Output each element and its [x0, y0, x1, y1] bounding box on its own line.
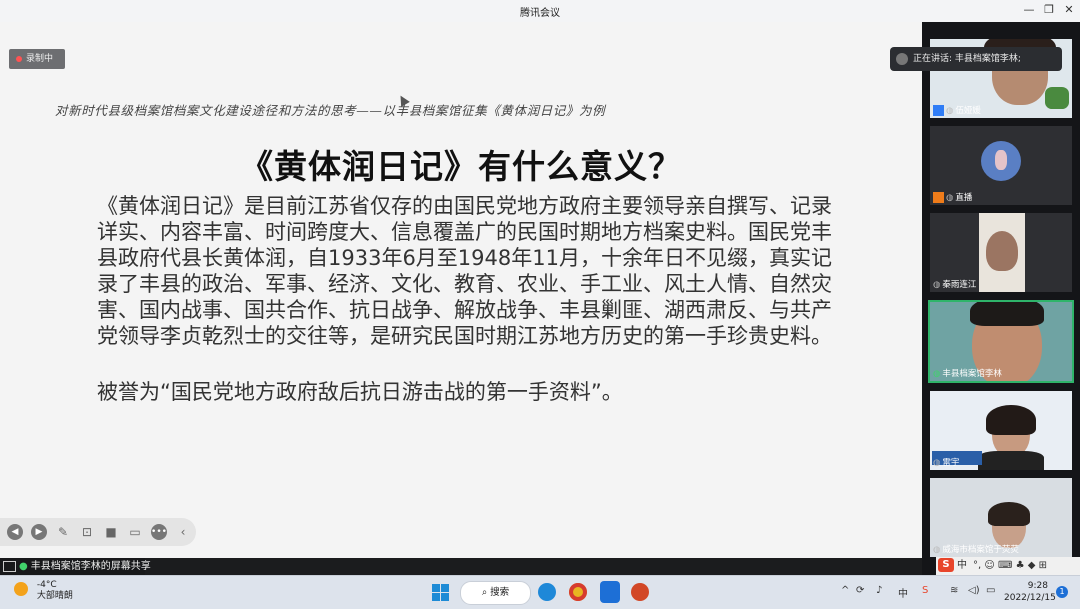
slide-paragraph: 《黄体润日记》是目前江苏省仅存的由国民党地方政府主要领导亲自撰写、记录详实、内容…	[97, 194, 832, 348]
participant-body	[978, 451, 1044, 470]
screen-share-label: 丰县档案馆李林的屏幕共享	[30, 561, 151, 572]
host-badge-icon	[933, 105, 944, 116]
slide-heading: 《黄体润日记》有什么意义？	[240, 147, 682, 186]
presentation-controls: ◀ ▶ ✎ ⊡ ■ ▭ ••• ‹	[0, 518, 196, 546]
close-button[interactable]: ✕	[1058, 3, 1080, 16]
tencent-meeting-icon[interactable]	[600, 581, 620, 603]
clock[interactable]: 9:28 2022/12/15	[1004, 580, 1056, 604]
screen-icon	[3, 560, 16, 572]
plant-image	[1045, 87, 1069, 109]
ime-lang[interactable]: 中	[957, 560, 967, 571]
recording-indicator[interactable]: 录制中	[9, 49, 65, 69]
mic-muted-icon: ◍	[933, 458, 941, 468]
mic-muted-icon: ◍	[946, 106, 954, 116]
chrome-icon[interactable]	[569, 583, 587, 601]
participant-tile[interactable]: ◍ 雷宇	[930, 391, 1072, 470]
speaking-label: 正在讲话: 丰县档案馆李林;	[913, 54, 1021, 64]
weather-widget[interactable]: -4°C 大部晴朗	[14, 580, 73, 602]
participant-name: 直播	[955, 193, 973, 203]
next-slide-icon[interactable]: ▶	[31, 524, 47, 540]
speaking-indicator: 正在讲话: 丰县档案馆李林;	[890, 47, 1062, 71]
mic-muted-icon: ◍	[946, 193, 954, 203]
participant-hair	[988, 502, 1030, 526]
slide-subtitle: 对新时代县级档案馆档案文化建设途径和方法的思考——以丰县档案馆征集《黄体润日记》…	[55, 103, 606, 118]
slide-quote: 被誉为“国民党地方政府敌后抗日游击战的第一手资料”。	[97, 380, 623, 404]
taskbar-search[interactable]: ⌕ 搜索	[460, 581, 531, 605]
screen-share-bar[interactable]: ● 丰县档案馆李林的屏幕共享	[0, 558, 151, 575]
participant-tile[interactable]: ◍ 威海市档案馆于荧荧	[930, 478, 1072, 557]
avatar-flower	[995, 150, 1007, 170]
taskbar: -4°C 大部晴朗 ⌕ 搜索 ^ ⟳ ♪ 中 S ≋ ◁) ▭ 9:28 202…	[0, 575, 1080, 609]
shared-screen: 录制中 对新时代县级档案馆档案文化建设途径和方法的思考——以丰县档案馆征集《黄体…	[0, 22, 922, 558]
subtitle-icon[interactable]: ▭	[127, 524, 143, 540]
participant-tile[interactable]: ◍ 直播	[930, 126, 1072, 205]
video-icon[interactable]: ■	[103, 524, 119, 540]
volume-icon[interactable]: ◁)	[968, 585, 980, 596]
recording-label: 录制中	[26, 54, 54, 64]
speaker-avatar	[896, 52, 908, 65]
clock-time: 9:28	[1027, 581, 1048, 591]
sun-icon	[14, 582, 28, 596]
record-dot-icon	[16, 55, 22, 62]
sogou-icon: S	[938, 558, 954, 572]
participant-name: 雷宇	[942, 458, 960, 468]
windows-start-icon[interactable]	[432, 584, 449, 601]
notification-badge[interactable]: 1	[1056, 586, 1068, 598]
cohost-badge-icon	[933, 192, 944, 203]
battery-icon[interactable]: ▭	[986, 585, 995, 596]
microphone-icon[interactable]: ♪	[876, 585, 882, 596]
previous-slide-icon[interactable]: ◀	[7, 524, 23, 540]
more-options-icon[interactable]: •••	[151, 524, 167, 540]
mic-active-icon: ◍	[933, 369, 941, 379]
ime-tools[interactable]: °, ☺ ⌨ ♣ ◆ ⊞	[973, 560, 1047, 571]
weather-desc: 大部晴朗	[36, 591, 73, 601]
powerpoint-icon[interactable]	[631, 583, 649, 601]
participant-tile-speaking[interactable]: ◍ 丰县档案馆李林	[930, 302, 1072, 381]
sync-icon[interactable]: ⟳	[856, 585, 864, 596]
chevron-up-icon[interactable]: ^	[841, 585, 849, 596]
title-bar: 腾讯会议 — ❐ ✕	[0, 0, 1080, 23]
minimize-button[interactable]: —	[1018, 3, 1040, 16]
participant-name: 秦雨连江	[942, 280, 977, 290]
clock-date: 2022/12/15	[1004, 593, 1056, 603]
participant-name: 丰县档案馆李林	[942, 369, 1002, 379]
mic-muted-icon: ◍	[933, 545, 941, 555]
ime-toolbar[interactable]: S 中 °, ☺ ⌨ ♣ ◆ ⊞	[936, 557, 1080, 575]
sogou-tray-icon[interactable]: S	[922, 585, 928, 596]
search-label: 搜索	[490, 587, 510, 598]
participant-face	[986, 231, 1018, 271]
zoom-icon[interactable]: ⊡	[79, 524, 95, 540]
participant-hair	[986, 405, 1036, 435]
restore-button[interactable]: ❐	[1038, 3, 1060, 16]
temperature: -4°C	[36, 580, 57, 590]
ime-indicator[interactable]: 中	[898, 585, 908, 600]
pen-icon[interactable]: ✎	[55, 524, 71, 540]
participant-name: 威海市档案馆于荧荧	[942, 545, 1019, 555]
mic-icon: ●	[19, 561, 28, 572]
mic-icon: ◍	[933, 280, 941, 290]
search-icon: ⌕	[481, 587, 491, 598]
participant-name: 伍娅媛	[955, 106, 981, 116]
edge-icon[interactable]	[538, 583, 556, 601]
participant-hair	[970, 302, 1044, 326]
participant-tile[interactable]: ◍ 秦雨连江	[930, 213, 1072, 292]
wifi-icon[interactable]: ≋	[950, 585, 958, 596]
collapse-icon[interactable]: ‹	[175, 524, 191, 540]
window-title: 腾讯会议	[520, 8, 560, 19]
